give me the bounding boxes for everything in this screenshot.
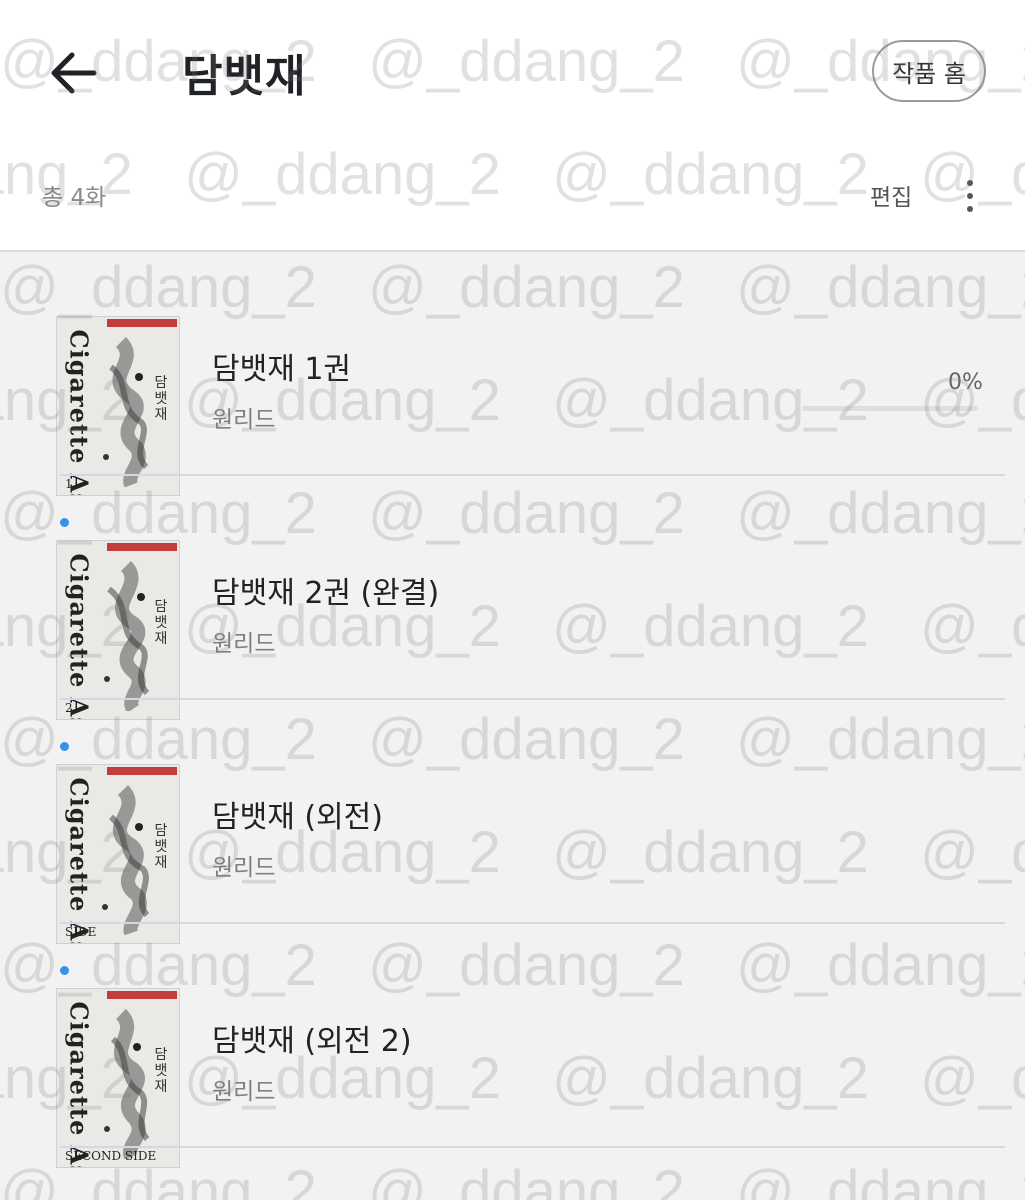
item-divider [60, 1146, 1005, 1148]
list-item[interactable]: Cigarette Ash 담뱃재 2 담뱃재 2권 (완결) 원리드 [0, 476, 1025, 720]
cover-english-title: Cigarette Ash [64, 1001, 94, 1168]
cover-banner [107, 767, 177, 775]
progress-percent: 0% [948, 370, 983, 395]
cover-english-title: Cigarette Ash [64, 553, 94, 720]
item-title: 담뱃재 (외전 2) [212, 1024, 412, 1059]
cover-korean-title: 담뱃재 [154, 599, 168, 647]
item-author: 원리드 [212, 1079, 276, 1105]
book-cover: Cigarette Ash 담뱃재 2 [56, 540, 180, 720]
back-button[interactable] [44, 44, 102, 102]
cover-korean-title: 담뱃재 [154, 1047, 168, 1095]
cover-english-title: Cigarette Ash [64, 777, 94, 944]
cover-banner [107, 543, 177, 551]
episode-count-label: 총 4화 [42, 185, 107, 211]
app-header: 담뱃재 작품 홈 총 4화 편집 [0, 0, 1025, 252]
watermark-text: @_ddang_2 [736, 1159, 1025, 1200]
page-title: 담뱃재 [182, 51, 307, 102]
arrow-left-icon [51, 52, 97, 94]
book-cover: Cigarette Ash 담뱃재 SIDE [56, 764, 180, 944]
progress-bar [802, 406, 978, 411]
cover-korean-title: 담뱃재 [154, 823, 168, 871]
list-item[interactable]: Cigarette Ash 담뱃재 1 담뱃재 1권 원리드 0% [0, 252, 1025, 496]
item-author: 원리드 [212, 631, 276, 657]
cover-banner [107, 319, 177, 327]
series-home-button[interactable]: 작품 홈 [872, 40, 986, 102]
book-cover: Cigarette Ash 담뱃재 SECOND SIDE [56, 988, 180, 1168]
item-author: 원리드 [212, 407, 276, 433]
edit-button[interactable]: 편집 [870, 178, 912, 212]
watermark-text: @_ddang_2 [368, 1159, 685, 1200]
cover-korean-title: 담뱃재 [154, 375, 168, 423]
item-title: 담뱃재 1권 [212, 352, 352, 387]
list-item[interactable]: Cigarette Ash 담뱃재 SECOND SIDE 담뱃재 (외전 2)… [0, 924, 1025, 1168]
more-options-button[interactable] [954, 172, 986, 220]
list-item[interactable]: Cigarette Ash 담뱃재 SIDE 담뱃재 (외전) 원리드 [0, 700, 1025, 944]
cover-banner [107, 991, 177, 999]
cover-english-title: Cigarette Ash [64, 329, 94, 496]
item-title: 담뱃재 (외전) [212, 800, 383, 835]
book-cover: Cigarette Ash 담뱃재 1 [56, 316, 180, 496]
item-author: 원리드 [212, 855, 276, 881]
item-title: 담뱃재 2권 (완결) [212, 576, 440, 611]
cover-volume-label: SECOND SIDE [65, 1149, 157, 1163]
